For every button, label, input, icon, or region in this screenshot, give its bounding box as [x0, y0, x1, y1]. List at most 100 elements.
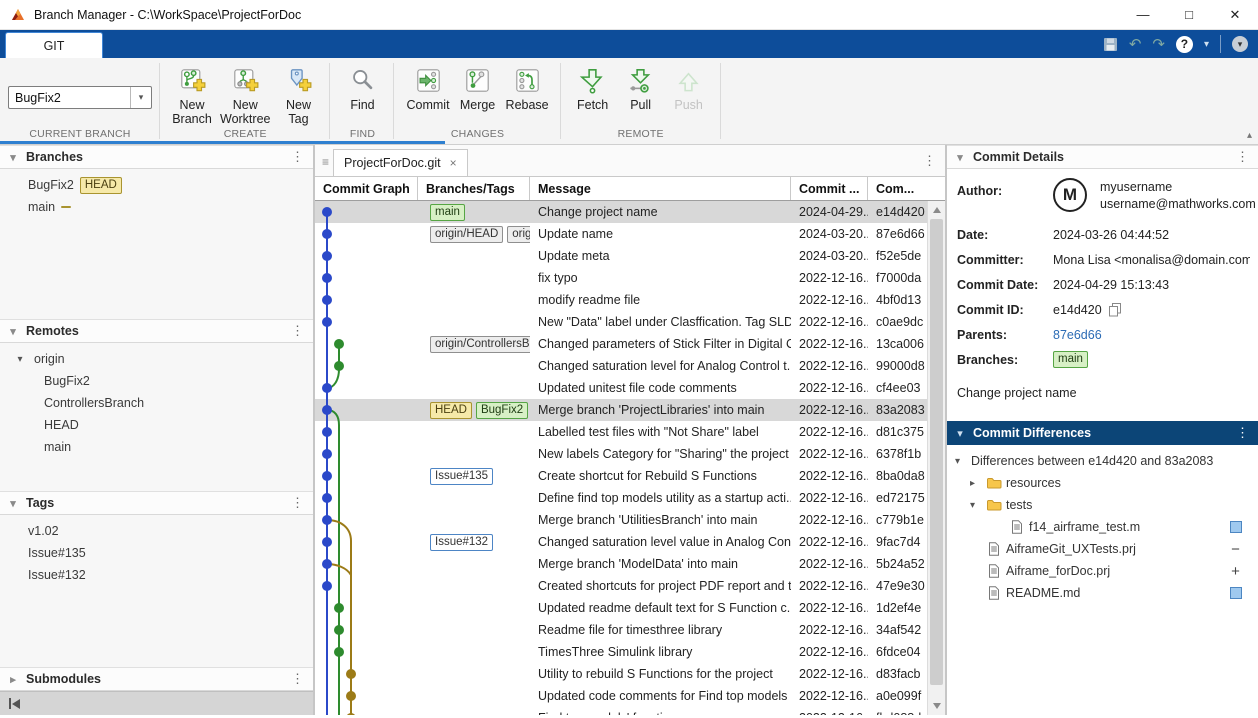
expander-icon[interactable]: ▾: [12, 354, 28, 365]
commit-row[interactable]: Issue#132 Changed saturation level value…: [315, 531, 945, 553]
kebab-menu-icon[interactable]: ⋮: [291, 671, 304, 687]
tab-git[interactable]: GIT: [5, 32, 103, 58]
remote-origin-item[interactable]: ▾ origin: [0, 348, 313, 370]
commit-row[interactable]: Merge branch 'ModelData' into main 2022-…: [315, 553, 945, 575]
remotes-section-header[interactable]: ▾ Remotes ⋮: [0, 319, 313, 343]
parent-commit-link[interactable]: 87e6d66: [1053, 328, 1102, 342]
vertical-scrollbar[interactable]: [927, 201, 945, 715]
toolstrip-button[interactable]: New Tag: [274, 62, 322, 126]
branches-section-header[interactable]: ▾ Branches ⋮: [0, 145, 313, 169]
toolstrip-button[interactable]: Fetch: [569, 62, 617, 112]
diff-tree-item[interactable]: AiframeGit_UXTests.prj: [947, 538, 1258, 560]
column-header[interactable]: Commit ...: [791, 177, 868, 200]
commit-differences-header[interactable]: ▾ Commit Differences ⋮: [947, 421, 1258, 445]
commit-row[interactable]: New labels Category for "Sharing" the pr…: [315, 443, 945, 465]
current-branch-combobox[interactable]: BugFix2 ▾: [8, 86, 152, 109]
diff-tree-item[interactable]: Differences between e14d420 and 83a2083: [947, 450, 1258, 472]
commit-row[interactable]: New "Data" label under Clasffication. Ta…: [315, 311, 945, 333]
commit-row[interactable]: HEAD BugFix2 origin/BugFix2 Merge branch…: [315, 399, 945, 421]
commit-row[interactable]: fix typo 2022-12-16... f7000da: [315, 267, 945, 289]
kebab-menu-icon[interactable]: ⋮: [291, 495, 304, 511]
commit-row[interactable]: Find top models' function 2022-12-16... …: [315, 707, 945, 715]
diff-tree-item[interactable]: Aiframe_forDoc.prj: [947, 560, 1258, 582]
submodules-section-header[interactable]: ▸ Submodules ⋮: [0, 667, 313, 691]
help-dropdown-icon[interactable]: ▾: [1204, 39, 1209, 50]
scroll-down-arrow[interactable]: [928, 698, 945, 714]
toolstrip-button[interactable]: Merge: [454, 62, 502, 112]
kebab-menu-icon[interactable]: ⋮: [291, 149, 304, 165]
collapse-icon[interactable]: ▾: [0, 497, 26, 510]
toolstrip-button[interactable]: Push: [665, 62, 713, 112]
commit-row[interactable]: Updated unitest file code comments 2022-…: [315, 377, 945, 399]
column-header[interactable]: Branches/Tags: [418, 177, 530, 200]
maximize-button[interactable]: □: [1166, 0, 1212, 29]
scrollbar-thumb[interactable]: [930, 219, 943, 685]
tags-section-header[interactable]: ▾ Tags ⋮: [0, 491, 313, 515]
expander-icon[interactable]: [955, 456, 971, 467]
toolstrip-button[interactable]: New Worktree: [216, 62, 274, 126]
collapse-icon[interactable]: ▾: [0, 151, 26, 164]
save-icon[interactable]: [1103, 37, 1118, 52]
branch-item[interactable]: BugFix2 HEAD: [0, 174, 313, 196]
kebab-menu-icon[interactable]: ⋮: [1236, 425, 1249, 441]
tag-item[interactable]: Issue#132: [0, 564, 313, 586]
expander-icon[interactable]: [970, 478, 986, 489]
column-header[interactable]: Commit Graph: [315, 177, 418, 200]
commit-details-header[interactable]: ▾ Commit Details ⋮: [947, 145, 1258, 169]
commit-row[interactable]: Merge branch 'UtilitiesBranch' into main…: [315, 509, 945, 531]
commit-row[interactable]: Readme file for timesthree library 2022-…: [315, 619, 945, 641]
redo-icon[interactable]: ↷: [1152, 37, 1165, 52]
tag-item[interactable]: Issue#135: [0, 542, 313, 564]
commit-row[interactable]: Utility to rebuild S Functions for the p…: [315, 663, 945, 685]
sidebar-collapse-strip[interactable]: [0, 691, 313, 715]
copy-icon[interactable]: [1108, 302, 1122, 317]
commit-row[interactable]: Created shortcuts for project PDF report…: [315, 575, 945, 597]
commit-row[interactable]: Issue#135 Create shortcut for Rebuild S …: [315, 465, 945, 487]
collapse-icon[interactable]: ▸: [0, 673, 26, 686]
kebab-menu-icon[interactable]: ⋮: [1236, 149, 1249, 165]
commit-row[interactable]: origin/HEAD origin/main Update name 2024…: [315, 223, 945, 245]
remote-branch-item[interactable]: main: [0, 436, 313, 458]
toolstrip-button[interactable]: Commit: [402, 62, 453, 112]
toolstrip-button[interactable]: New Branch: [168, 62, 216, 126]
kebab-menu-icon[interactable]: ⋮: [923, 153, 936, 169]
commit-row[interactable]: main Change project name 2024-04-29... e…: [315, 201, 945, 223]
collapse-toolstrip-icon[interactable]: ▴: [1247, 130, 1252, 141]
commit-row[interactable]: Update meta 2024-03-20... f52e5de: [315, 245, 945, 267]
undo-icon[interactable]: ↶: [1129, 37, 1142, 52]
commit-row[interactable]: Updated readme default text for S Functi…: [315, 597, 945, 619]
diff-tree-item[interactable]: f14_airframe_test.m: [947, 516, 1258, 538]
help-icon[interactable]: ?: [1176, 36, 1193, 53]
commit-row[interactable]: Updated code comments for Find top model…: [315, 685, 945, 707]
collapse-icon[interactable]: ▾: [0, 325, 26, 338]
toolstrip-button[interactable]: Rebase: [502, 62, 553, 112]
commit-row[interactable]: TimesThree Simulink library 2022-12-16..…: [315, 641, 945, 663]
toolstrip-button[interactable]: Find: [338, 62, 386, 112]
commit-row[interactable]: Define find top models utility as a star…: [315, 487, 945, 509]
scroll-up-arrow[interactable]: [928, 202, 945, 218]
diff-tree-item[interactable]: tests: [947, 494, 1258, 516]
diff-tree-item[interactable]: README.md: [947, 582, 1258, 604]
document-list-icon[interactable]: ≡: [322, 155, 329, 169]
expander-icon[interactable]: [970, 500, 986, 511]
combobox-dropdown-icon[interactable]: ▾: [130, 87, 151, 108]
repository-document-tab[interactable]: ProjectForDoc.git ×: [333, 149, 468, 176]
remote-branch-item[interactable]: ControllersBranch: [0, 392, 313, 414]
tag-item[interactable]: v1.02: [0, 520, 313, 542]
commit-row[interactable]: Changed saturation level for Analog Cont…: [315, 355, 945, 377]
remote-branch-item[interactable]: HEAD: [0, 414, 313, 436]
column-header[interactable]: Message: [530, 177, 791, 200]
collapse-ribbon-button[interactable]: ▾: [1232, 36, 1248, 52]
commit-row[interactable]: Labelled test files with "Not Share" lab…: [315, 421, 945, 443]
close-tab-icon[interactable]: ×: [450, 156, 457, 170]
diff-tree-item[interactable]: resources: [947, 472, 1258, 494]
minimize-button[interactable]: —: [1120, 0, 1166, 29]
commit-row[interactable]: origin/ControllersBranch Changed paramet…: [315, 333, 945, 355]
collapse-icon[interactable]: ▾: [947, 427, 973, 440]
toolstrip-button[interactable]: Pull: [617, 62, 665, 112]
commit-row[interactable]: modify readme file 2022-12-16... 4bf0d13: [315, 289, 945, 311]
collapse-icon[interactable]: ▾: [947, 151, 973, 164]
kebab-menu-icon[interactable]: ⋮: [291, 323, 304, 339]
remote-branch-item[interactable]: BugFix2: [0, 370, 313, 392]
close-button[interactable]: ✕: [1212, 0, 1258, 29]
